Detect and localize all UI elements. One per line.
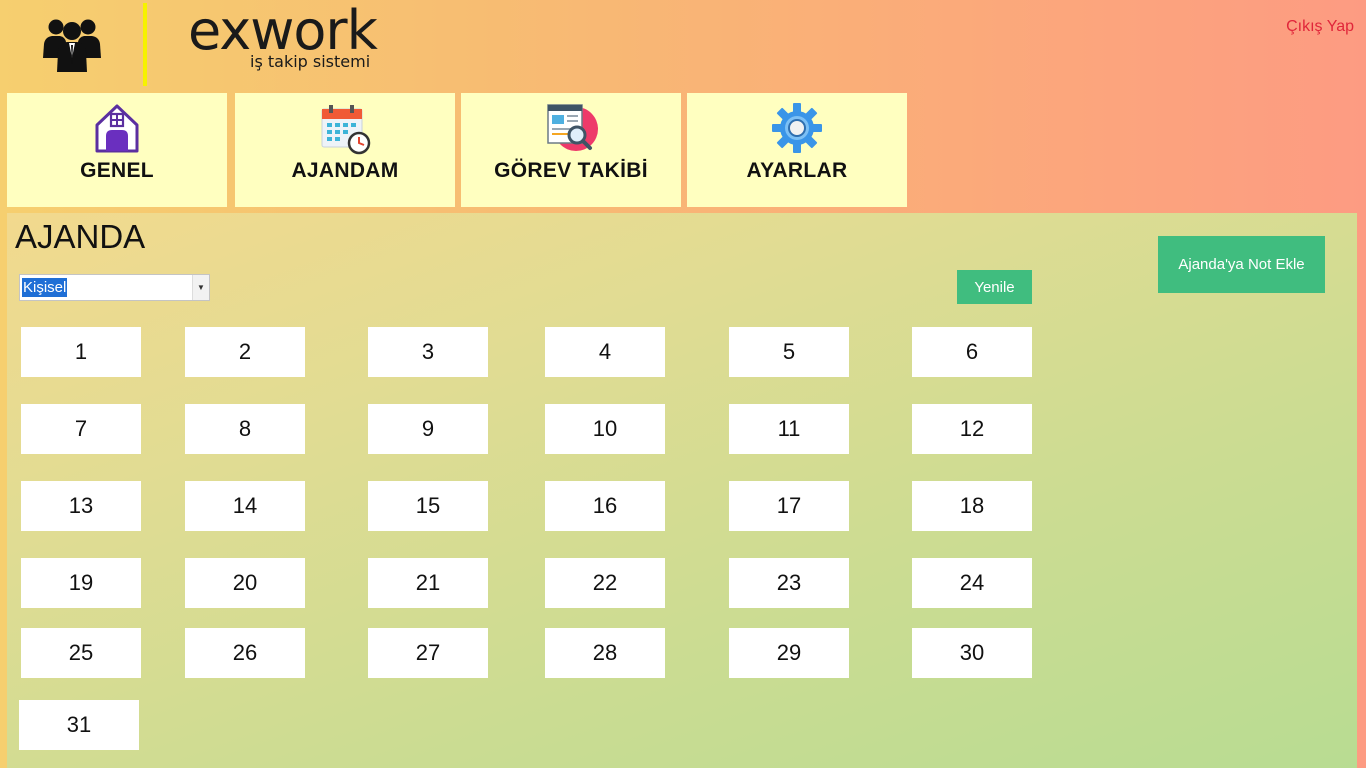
day-button[interactable]: 19 <box>21 558 141 608</box>
day-button[interactable]: 24 <box>912 558 1032 608</box>
home-icon <box>92 103 142 153</box>
users-group-icon <box>41 14 103 74</box>
search-document-icon <box>546 103 598 153</box>
nav-tile-ayarlar[interactable]: AYARLAR <box>687 93 907 207</box>
refresh-button[interactable]: Yenile <box>957 270 1032 304</box>
calendar-icon <box>320 103 371 155</box>
day-button[interactable]: 4 <box>545 327 665 377</box>
day-button[interactable]: 1 <box>21 327 141 377</box>
day-button[interactable]: 5 <box>729 327 849 377</box>
day-button[interactable]: 18 <box>912 481 1032 531</box>
day-button[interactable]: 3 <box>368 327 488 377</box>
day-button[interactable]: 15 <box>368 481 488 531</box>
nav-tile-genel[interactable]: GENEL <box>7 93 227 207</box>
day-button[interactable]: 10 <box>545 404 665 454</box>
day-button[interactable]: 26 <box>185 628 305 678</box>
day-button[interactable]: 23 <box>729 558 849 608</box>
day-button[interactable]: 17 <box>729 481 849 531</box>
day-button[interactable]: 9 <box>368 404 488 454</box>
day-button[interactable]: 20 <box>185 558 305 608</box>
day-button[interactable]: 14 <box>185 481 305 531</box>
day-button[interactable]: 12 <box>912 404 1032 454</box>
day-button[interactable]: 25 <box>21 628 141 678</box>
nav-label-genel: GENEL <box>80 159 154 182</box>
brand-subtitle: iş takip sistemi <box>250 52 371 71</box>
nav-label-ayarlar: AYARLAR <box>746 159 848 182</box>
day-button[interactable]: 11 <box>729 404 849 454</box>
chevron-down-icon[interactable]: ▼ <box>192 275 209 300</box>
gear-icon <box>772 103 822 153</box>
day-button[interactable]: 6 <box>912 327 1032 377</box>
day-button[interactable]: 7 <box>21 404 141 454</box>
add-note-button[interactable]: Ajanda'ya Not Ekle <box>1158 236 1325 293</box>
day-button[interactable]: 22 <box>545 558 665 608</box>
day-button[interactable]: 21 <box>368 558 488 608</box>
logout-link[interactable]: Çıkış Yap <box>1286 18 1354 36</box>
nav-label-gorev-takibi: GÖREV TAKİBİ <box>494 159 648 182</box>
agenda-filter-value: Kişisel <box>22 278 68 297</box>
day-button[interactable]: 31 <box>19 700 139 750</box>
day-button[interactable]: 2 <box>185 327 305 377</box>
agenda-filter-select[interactable]: Kişisel ▼ <box>19 274 210 301</box>
nav-label-ajandam: AJANDAM <box>291 159 399 182</box>
logo-divider <box>143 3 147 86</box>
agenda-panel: AJANDA Kişisel ▼ Yenile Ajanda'ya Not Ek… <box>7 213 1357 768</box>
page-title: AJANDA <box>15 218 146 255</box>
day-button[interactable]: 29 <box>729 628 849 678</box>
nav-tile-ajandam[interactable]: AJANDAM <box>235 93 455 207</box>
day-button[interactable]: 28 <box>545 628 665 678</box>
day-button[interactable]: 30 <box>912 628 1032 678</box>
day-button[interactable]: 27 <box>368 628 488 678</box>
day-button[interactable]: 8 <box>185 404 305 454</box>
nav-tile-gorev-takibi[interactable]: GÖREV TAKİBİ <box>461 93 681 207</box>
day-button[interactable]: 16 <box>545 481 665 531</box>
day-button[interactable]: 13 <box>21 481 141 531</box>
